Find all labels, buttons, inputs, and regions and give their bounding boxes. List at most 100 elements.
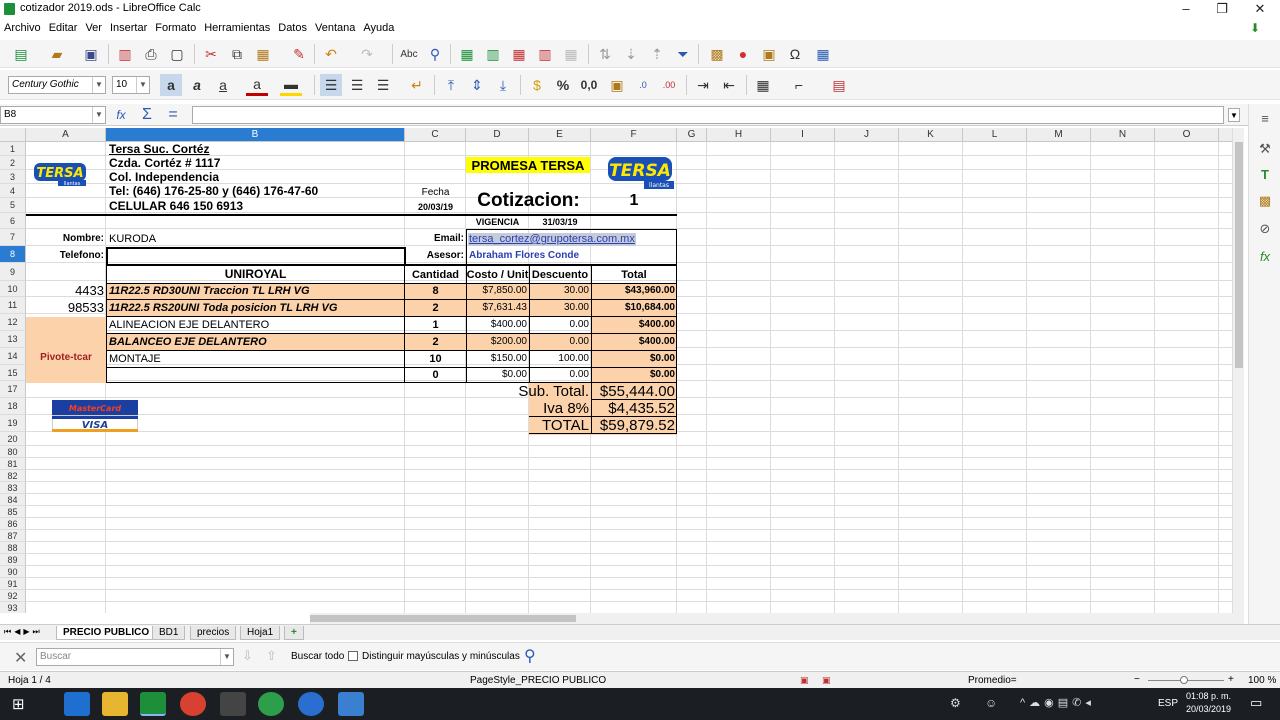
row-header-83[interactable]: 83 xyxy=(0,482,26,494)
horizontal-scroll-thumb[interactable] xyxy=(310,615,576,622)
nombre-value[interactable]: KURODA xyxy=(109,234,156,245)
spellcheck-icon[interactable]: Abc xyxy=(398,43,420,65)
hyperlink-icon[interactable]: ▦ xyxy=(812,43,834,65)
libreoffice-calc-icon[interactable] xyxy=(140,692,166,716)
notifications-icon[interactable]: ▭ xyxy=(1250,695,1262,711)
row-header-80[interactable]: 80 xyxy=(0,446,26,458)
align-middle-icon[interactable]: ⇕ xyxy=(466,74,488,96)
tab-precio-publico[interactable]: PRECIO PUBLICO xyxy=(56,626,157,640)
file-explorer-icon[interactable] xyxy=(102,692,128,716)
item-quantity[interactable]: 2 xyxy=(405,303,466,314)
align-right-icon[interactable]: ☰ xyxy=(372,74,394,96)
browser-icon[interactable] xyxy=(298,692,324,716)
increase-indent-icon[interactable]: ⇥ xyxy=(692,74,714,96)
underline-icon[interactable]: a xyxy=(212,74,234,96)
sort-desc-icon[interactable]: ⇡ xyxy=(646,43,668,65)
undo-icon[interactable]: ↶ xyxy=(320,43,342,65)
align-left-icon[interactable]: ☰ xyxy=(320,74,342,96)
item-total[interactable]: $0.00 xyxy=(591,370,675,380)
special-character-icon[interactable]: Ω xyxy=(784,43,806,65)
column-header-c[interactable]: C xyxy=(405,128,466,142)
row-header-5[interactable]: 5 xyxy=(0,198,26,213)
settings-tray-icon[interactable]: ⚙ xyxy=(950,696,961,710)
row-header-6[interactable]: 6 xyxy=(0,213,26,229)
tab-bd1[interactable]: BD1 xyxy=(152,626,186,640)
column-header-k[interactable]: K xyxy=(899,128,963,142)
zoom-out-icon[interactable]: − xyxy=(1134,674,1140,685)
row-header-4[interactable]: 4 xyxy=(0,184,26,198)
tray-icons[interactable]: ^☁◉▤✆◂ xyxy=(1020,696,1095,709)
percent-icon[interactable]: % xyxy=(552,74,574,96)
item-discount[interactable]: 30.00 xyxy=(529,286,589,296)
app-icon[interactable] xyxy=(220,692,246,716)
column-header-i[interactable]: I xyxy=(771,128,835,142)
row-header-13[interactable]: 13 xyxy=(0,331,26,348)
menu-datos[interactable]: Datos xyxy=(274,18,311,38)
row-header-84[interactable]: 84 xyxy=(0,494,26,506)
find-replace-icon[interactable]: ⚲ xyxy=(524,646,536,666)
item-discount[interactable]: 0.00 xyxy=(529,370,589,380)
item-total[interactable]: $43,960.00 xyxy=(591,286,675,296)
item-discount[interactable]: 100.00 xyxy=(529,354,589,364)
menu-archivo[interactable]: Archivo xyxy=(0,18,45,38)
save-icon[interactable]: ▣ xyxy=(80,43,102,65)
row-header-91[interactable]: 91 xyxy=(0,578,26,590)
row-header-11[interactable]: 11 xyxy=(0,297,26,314)
item-cost[interactable]: $7,631.43 xyxy=(466,303,528,313)
column-icon[interactable]: ▥ xyxy=(482,43,504,65)
find-replace-icon[interactable]: ⚲ xyxy=(424,43,446,65)
people-icon[interactable]: ☺ xyxy=(985,696,997,710)
row-header-19[interactable]: 19 xyxy=(0,415,26,432)
item-cost[interactable]: $7,850.00 xyxy=(466,286,528,296)
print-icon[interactable]: ⎙ xyxy=(140,43,162,65)
clock-time[interactable]: 01:08 p. m. xyxy=(1186,691,1231,701)
chrome-icon[interactable] xyxy=(180,692,206,716)
select-all-corner[interactable] xyxy=(0,128,26,142)
zoom-in-icon[interactable]: + xyxy=(1228,674,1234,685)
clone-formatting-icon[interactable]: ✎ xyxy=(288,43,310,65)
zoom-level[interactable]: 100 % xyxy=(1248,675,1276,686)
close-find-icon[interactable]: ✕ xyxy=(14,648,27,668)
item-description[interactable]: ALINEACION EJE DELANTERO xyxy=(109,320,269,331)
expand-formula-icon[interactable]: ▼ xyxy=(1228,108,1240,122)
row-icon[interactable]: ▦ xyxy=(456,43,478,65)
autofilter-icon[interactable]: ⏷ xyxy=(672,43,694,65)
add-decimal-icon[interactable]: .0 xyxy=(632,74,654,96)
row-header-12[interactable]: 12 xyxy=(0,314,26,331)
find-next-icon[interactable]: ⇩ xyxy=(242,648,253,664)
chevron-down-icon[interactable]: ▼ xyxy=(220,649,233,665)
column-header-n[interactable]: N xyxy=(1091,128,1155,142)
row-header-18[interactable]: 18 xyxy=(0,398,26,415)
column-header-g[interactable]: G xyxy=(677,128,707,142)
functions-icon[interactable]: fx xyxy=(1256,248,1274,266)
item-cost[interactable]: $400.00 xyxy=(466,320,527,330)
row-header-15[interactable]: 15 xyxy=(0,365,26,381)
row-header-86[interactable]: 86 xyxy=(0,518,26,530)
menu-ver[interactable]: Ver xyxy=(81,18,106,38)
pivot-table-icon[interactable]: ▣ xyxy=(758,43,780,65)
maximize-button[interactable]: ❐ xyxy=(1206,0,1238,18)
asesor-value[interactable]: Abraham Flores Conde xyxy=(469,251,579,261)
row-header-90[interactable]: 90 xyxy=(0,566,26,578)
borders-icon[interactable]: ▦ xyxy=(752,74,774,96)
row-header-1[interactable]: 1 xyxy=(0,142,26,156)
zoom-slider-thumb[interactable] xyxy=(1180,676,1188,684)
menu-ventana[interactable]: Ventana xyxy=(311,18,359,38)
item-total[interactable]: $400.00 xyxy=(591,337,675,347)
row-header-10[interactable]: 10 xyxy=(0,281,26,297)
column-header-f[interactable]: F xyxy=(591,128,677,142)
row-header-7[interactable]: 7 xyxy=(0,229,26,246)
paste-icon[interactable]: ▦ xyxy=(252,43,274,65)
sort-icon[interactable]: ⇅ xyxy=(594,43,616,65)
item-cost[interactable]: $200.00 xyxy=(466,337,527,347)
vertical-scrollbar[interactable] xyxy=(1232,128,1244,613)
row-header-85[interactable]: 85 xyxy=(0,506,26,518)
cut-icon[interactable]: ✂ xyxy=(200,43,222,65)
name-box[interactable]: B8 ▼ xyxy=(0,106,106,124)
search-input[interactable]: Buscar ▼ xyxy=(36,648,234,666)
font-size-box[interactable]: 10 ▼ xyxy=(112,76,150,94)
align-bottom-icon[interactable]: ⤓ xyxy=(492,74,514,96)
chevron-down-icon[interactable]: ▼ xyxy=(92,77,105,93)
column-header-o[interactable]: O xyxy=(1155,128,1219,142)
delete-row-icon[interactable]: ▦ xyxy=(508,43,530,65)
